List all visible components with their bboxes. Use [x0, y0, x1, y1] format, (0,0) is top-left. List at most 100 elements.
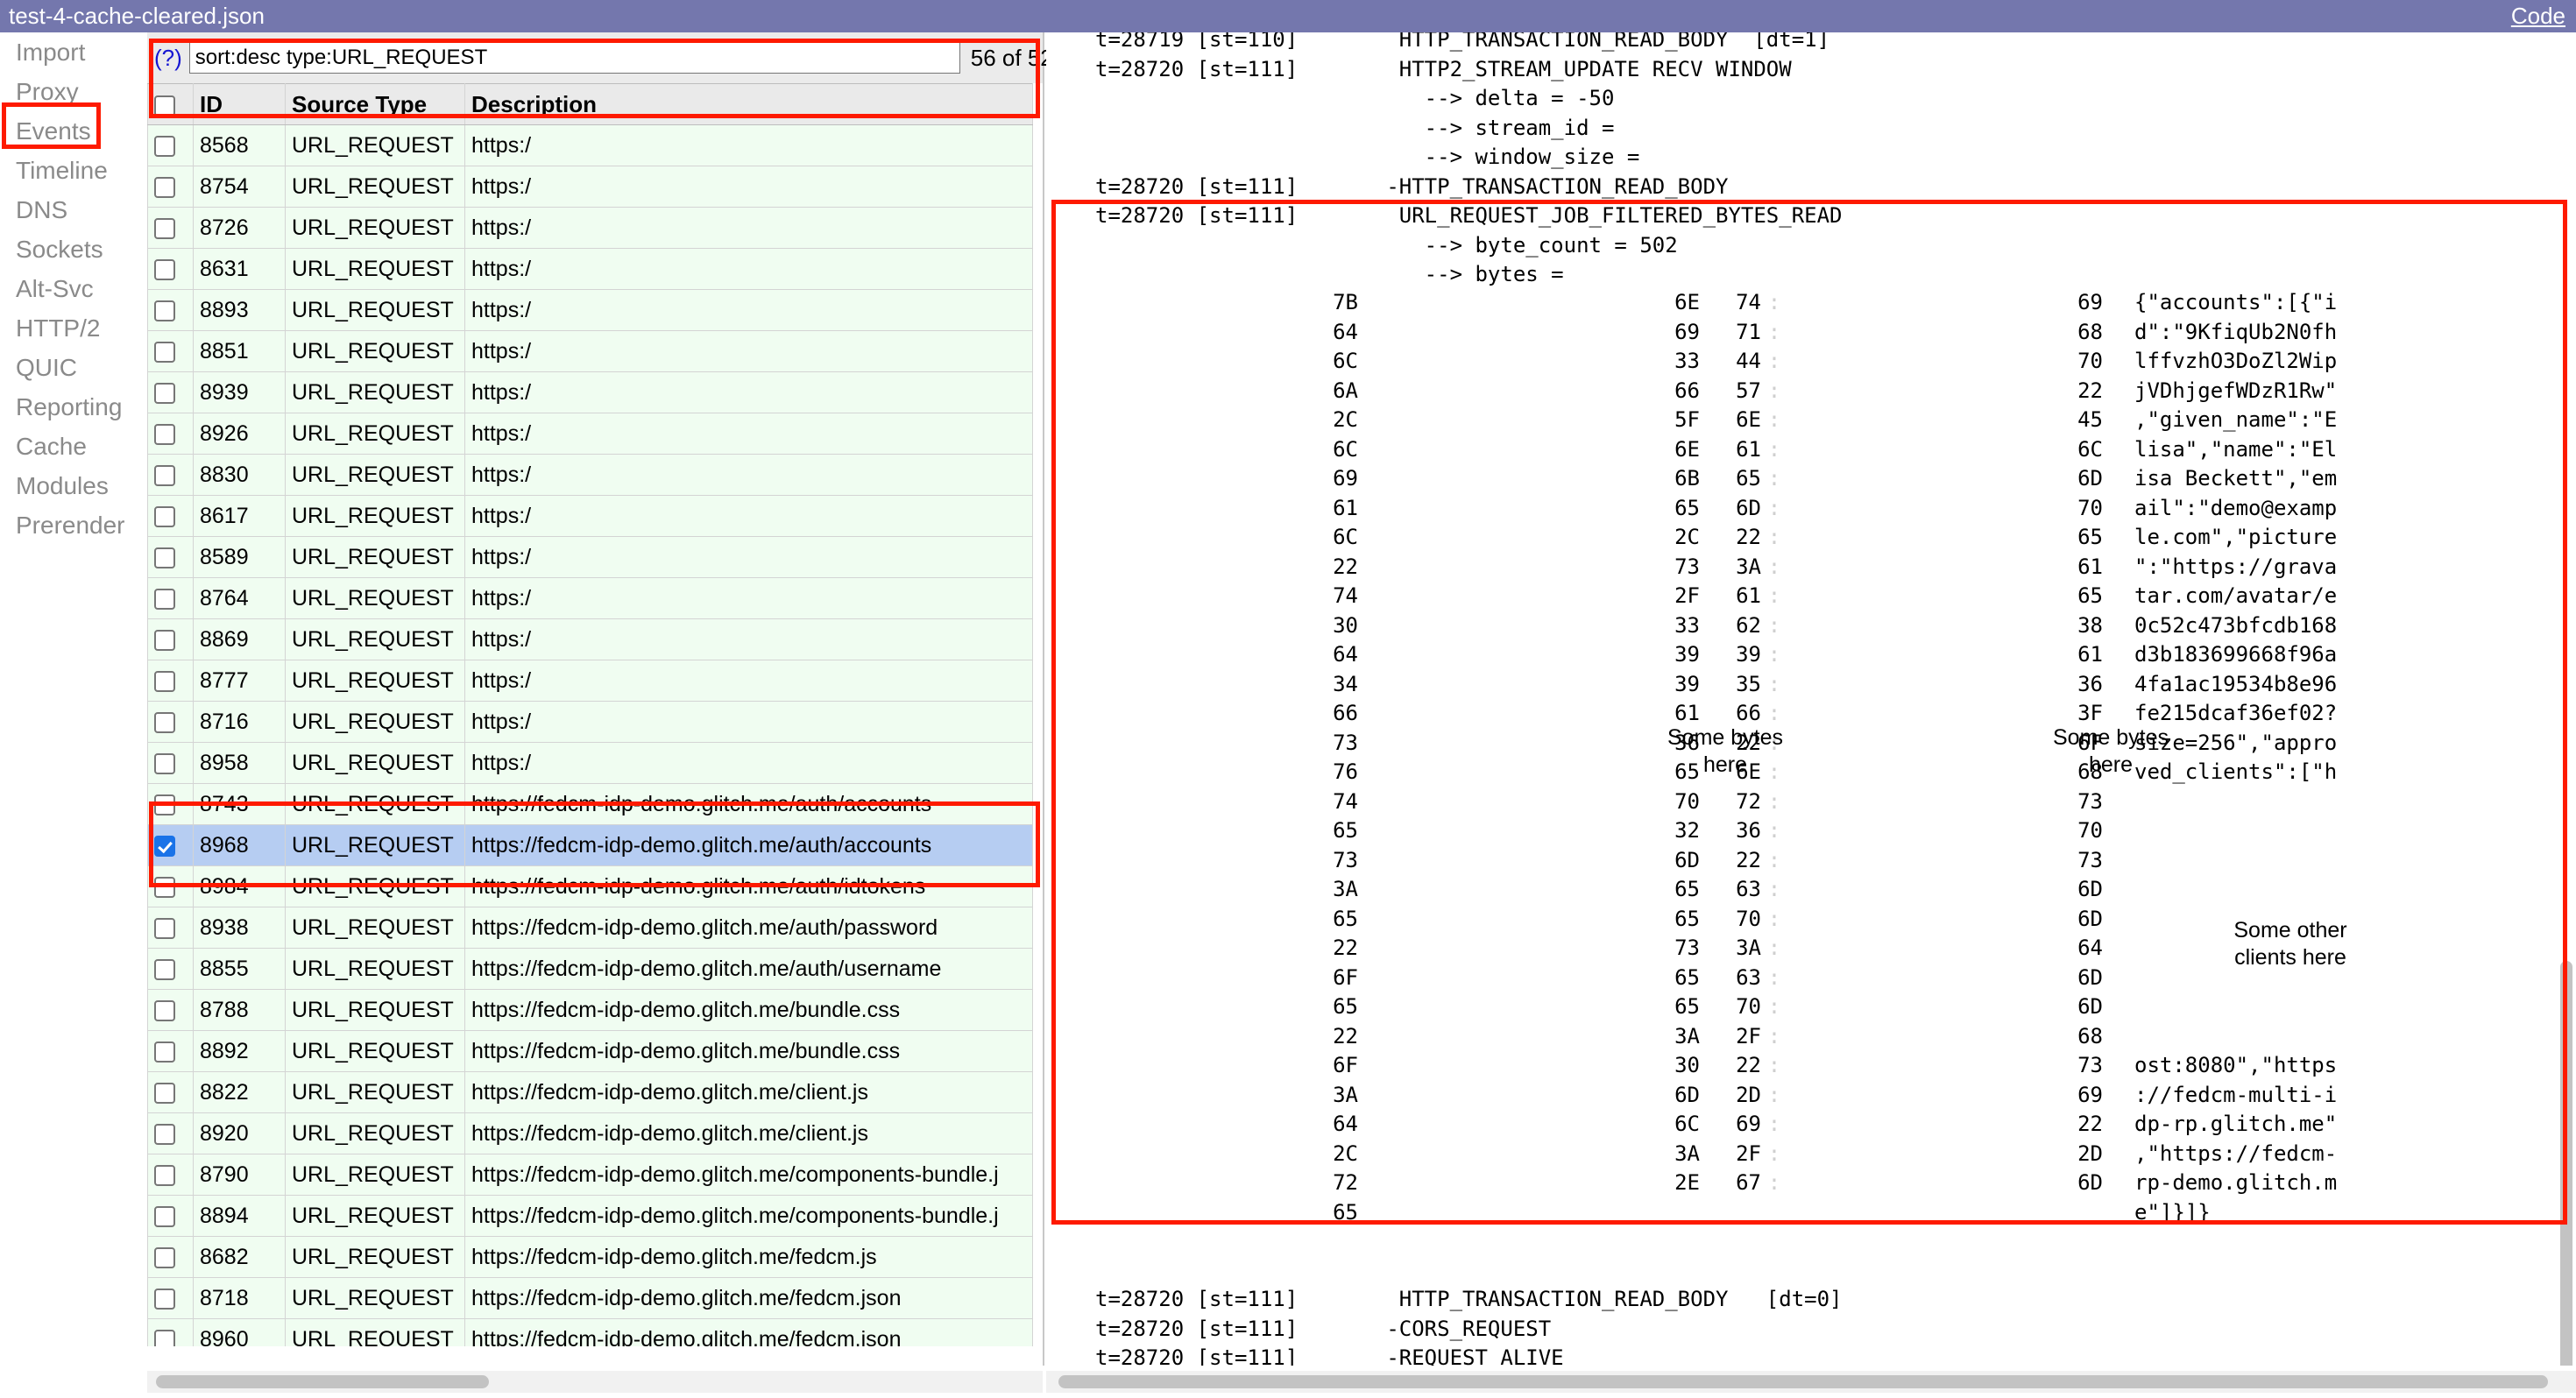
- sidebar-item-prerender[interactable]: Prerender: [0, 505, 147, 545]
- row-checkbox[interactable]: [154, 258, 175, 280]
- table-row[interactable]: 8892 URL_REQUEST https://fedcm-idp-demo.gl…: [147, 1030, 1033, 1072]
- row-checkbox[interactable]: [154, 958, 175, 980]
- row-checkbox[interactable]: [154, 1205, 175, 1227]
- table-row[interactable]: 8617 URL_REQUEST https:/: [147, 495, 1033, 537]
- events-pane-horizontal-scrollbar[interactable]: [147, 1371, 1043, 1393]
- row-checkbox[interactable]: [154, 217, 175, 239]
- row-checkbox[interactable]: [154, 464, 175, 486]
- row-checkbox[interactable]: [154, 505, 175, 527]
- hex-byte-col3: 36: [1736, 818, 1761, 843]
- hex-separator: :: [1767, 1140, 1781, 1166]
- table-row[interactable]: 8939 URL_REQUEST https:/: [147, 371, 1033, 413]
- row-checkbox[interactable]: [154, 917, 175, 939]
- table-row[interactable]: 8926 URL_REQUEST https:/: [147, 413, 1033, 455]
- row-checkbox[interactable]: [154, 588, 175, 610]
- table-row[interactable]: 8716 URL_REQUEST https:/: [147, 701, 1033, 743]
- table-row[interactable]: 8682 URL_REQUEST https://fedcm-idp-demo.gl…: [147, 1236, 1033, 1278]
- log-text-top: t=28719 [st=110] HTTP_TRANSACTION_READ_B…: [1095, 32, 1843, 286]
- row-checkbox[interactable]: [154, 876, 175, 898]
- row-checkbox[interactable]: [154, 835, 175, 857]
- column-header-id[interactable]: ID: [193, 83, 286, 125]
- table-row[interactable]: 8984 URL_REQUEST https://fedcm-idp-demo.gl…: [147, 865, 1033, 907]
- table-row[interactable]: 8869 URL_REQUEST https:/: [147, 618, 1033, 660]
- scrollbar-thumb[interactable]: [1058, 1375, 2548, 1388]
- column-header-source-type[interactable]: Source Type: [285, 83, 465, 125]
- table-row[interactable]: 8788 URL_REQUEST https://fedcm-idp-demo.gl…: [147, 989, 1033, 1031]
- row-checkbox[interactable]: [154, 547, 175, 568]
- row-checkbox[interactable]: [154, 382, 175, 404]
- row-checkbox[interactable]: [154, 135, 175, 157]
- table-row[interactable]: 8968 URL_REQUEST https://fedcm-idp-demo.gl…: [147, 824, 1033, 866]
- filter-input[interactable]: [188, 42, 960, 74]
- table-row[interactable]: 8790 URL_REQUEST https://fedcm-idp-demo.gl…: [147, 1154, 1033, 1196]
- hex-ascii-text: 0c52c473bfcdb168: [2134, 612, 2338, 638]
- sidebar-item-dns[interactable]: DNS: [0, 190, 147, 229]
- sidebar-item-import[interactable]: Import: [0, 32, 147, 72]
- row-checkbox[interactable]: [154, 1082, 175, 1104]
- sidebar-item-modules[interactable]: Modules: [0, 466, 147, 505]
- table-row[interactable]: 8855 URL_REQUEST https://fedcm-idp-demo.gl…: [147, 948, 1033, 990]
- table-row[interactable]: 8960 URL_REQUEST https://fedcm-idp-demo.gl…: [147, 1318, 1033, 1346]
- column-header-description[interactable]: Description: [464, 83, 1033, 125]
- sidebar-item-timeline[interactable]: Timeline: [0, 151, 147, 190]
- detail-pane-horizontal-scrollbar[interactable]: [1046, 1371, 2576, 1393]
- table-row[interactable]: 8822 URL_REQUEST https://fedcm-idp-demo.gl…: [147, 1071, 1033, 1113]
- row-checkbox[interactable]: [154, 300, 175, 321]
- row-checkbox[interactable]: [154, 999, 175, 1021]
- row-checkbox[interactable]: [154, 423, 175, 445]
- row-checkbox[interactable]: [154, 1123, 175, 1145]
- row-checkbox[interactable]: [154, 670, 175, 692]
- table-row[interactable]: 8764 URL_REQUEST https:/: [147, 577, 1033, 619]
- sidebar-item-cache[interactable]: Cache: [0, 427, 147, 466]
- table-row[interactable]: 8893 URL_REQUEST https:/: [147, 289, 1033, 331]
- scrollbar-thumb[interactable]: [2560, 961, 2572, 1366]
- row-checkbox[interactable]: [154, 1041, 175, 1063]
- hex-byte-col4: 6D: [2077, 1170, 2103, 1195]
- row-checkbox[interactable]: [154, 176, 175, 198]
- row-checkbox[interactable]: [154, 752, 175, 774]
- row-checkbox[interactable]: [154, 341, 175, 363]
- row-checkbox[interactable]: [154, 711, 175, 733]
- sidebar-item-alt-svc[interactable]: Alt-Svc: [0, 269, 147, 308]
- row-id: 8958: [193, 742, 286, 784]
- sidebar-item-sockets[interactable]: Sockets: [0, 229, 147, 269]
- sidebar-item-reporting[interactable]: Reporting: [0, 387, 147, 427]
- table-row[interactable]: 8830 URL_REQUEST https:/: [147, 454, 1033, 496]
- hex-byte-col1: 73: [1333, 847, 1358, 872]
- table-row[interactable]: 8920 URL_REQUEST https://fedcm-idp-demo.gl…: [147, 1112, 1033, 1154]
- row-description: https:/: [464, 536, 1033, 578]
- table-row[interactable]: 8589 URL_REQUEST https:/: [147, 536, 1033, 578]
- table-row[interactable]: 8726 URL_REQUEST https:/: [147, 207, 1033, 249]
- table-row[interactable]: 8851 URL_REQUEST https:/: [147, 330, 1033, 372]
- table-row[interactable]: 8938 URL_REQUEST https://fedcm-idp-demo.gl…: [147, 907, 1033, 949]
- row-checkbox[interactable]: [154, 1246, 175, 1268]
- table-row[interactable]: 8568 URL_REQUEST https:/: [147, 124, 1033, 166]
- row-checkbox[interactable]: [154, 1329, 175, 1346]
- table-row[interactable]: 8958 URL_REQUEST https:/: [147, 742, 1033, 784]
- table-row[interactable]: 8631 URL_REQUEST https:/: [147, 248, 1033, 290]
- row-checkbox[interactable]: [154, 629, 175, 651]
- scrollbar-thumb[interactable]: [156, 1375, 489, 1388]
- detail-pane-vertical-scrollbar[interactable]: [2557, 961, 2576, 1366]
- help-icon[interactable]: (?): [154, 45, 182, 72]
- table-row[interactable]: 8743 URL_REQUEST https://fedcm-idp-demo.gl…: [147, 783, 1033, 825]
- table-row[interactable]: 8894 URL_REQUEST https://fedcm-idp-demo.gl…: [147, 1195, 1033, 1237]
- row-checkbox[interactable]: [154, 1288, 175, 1310]
- sidebar-item-http2[interactable]: HTTP/2: [0, 308, 147, 348]
- row-checkbox[interactable]: [154, 794, 175, 816]
- hex-byte-col3: 70: [1736, 994, 1761, 1019]
- table-row[interactable]: 8777 URL_REQUEST https:/: [147, 660, 1033, 702]
- table-row[interactable]: 8718 URL_REQUEST https://fedcm-idp-demo.gl…: [147, 1277, 1033, 1319]
- sidebar-item-proxy[interactable]: Proxy: [0, 72, 147, 111]
- row-description: https:/: [464, 701, 1033, 743]
- table-row[interactable]: 8754 URL_REQUEST https:/: [147, 166, 1033, 208]
- row-checkbox[interactable]: [154, 1164, 175, 1186]
- sidebar-item-quic[interactable]: QUIC: [0, 348, 147, 387]
- code-link[interactable]: Code: [2511, 0, 2565, 32]
- select-all-checkbox[interactable]: [154, 95, 175, 116]
- hex-byte-col1: 73: [1333, 730, 1358, 755]
- events-table-scroll[interactable]: ID Source Type Description 8568 URL_REQUE…: [147, 83, 1043, 1346]
- hex-byte-col2: 39: [1674, 642, 1700, 667]
- hex-byte-col4: 69: [2077, 290, 2103, 314]
- sidebar-item-events[interactable]: Events: [0, 111, 147, 151]
